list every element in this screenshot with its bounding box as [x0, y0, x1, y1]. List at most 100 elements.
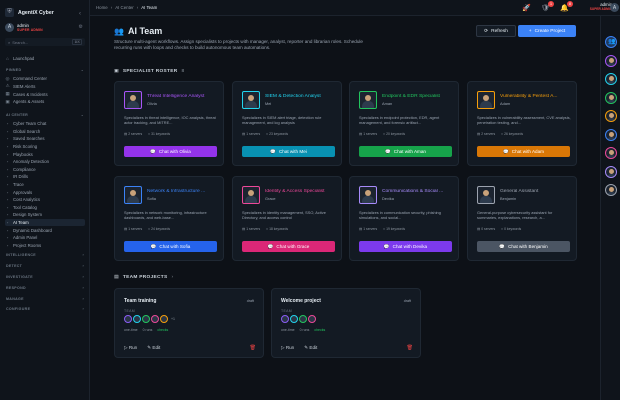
sidebar-item-tool-catalog[interactable]: ◦ Tool Catalog: [5, 204, 85, 211]
specialist-name: Devika: [382, 196, 394, 201]
chat-button[interactable]: 💬 Chat with Grace: [242, 241, 335, 252]
chat-button[interactable]: 💬 Chat with Olivia: [124, 146, 217, 157]
sidebar-item-design-system[interactable]: ◦ Design System: [5, 211, 85, 218]
topbar-user-role: SUPER ADMIN: [589, 7, 612, 11]
rail-agent-avatar[interactable]: [605, 147, 617, 159]
sidebar-section[interactable]: AI CENTER ⌄: [6, 113, 84, 117]
rail-agent-avatar[interactable]: [605, 165, 617, 178]
specialist-card[interactable]: Threat Intelligence Analyst Olivia Special…: [114, 81, 224, 166]
sidebar-section[interactable]: DETECT ›: [6, 264, 84, 268]
specialist-card[interactable]: SIEM & Detection Analyst Mei Specializes i…: [232, 81, 342, 166]
rail-agent-avatar[interactable]: [605, 73, 617, 85]
avatar: [124, 186, 142, 204]
servers-count: ▤ 1 servers: [242, 227, 260, 231]
specialist-meta: ▤ 0 servers ⌗ 0 keywords: [477, 227, 521, 231]
create-project-button[interactable]: + Create Project: [518, 25, 576, 37]
sidebar-item-cyber-team-chat[interactable]: ◦ Cyber Team Chat: [5, 120, 85, 127]
rail-agent-avatar[interactable]: [605, 91, 617, 104]
trash-icon[interactable]: 🗑: [250, 345, 256, 351]
servers-count: ▤ 1 servers: [124, 227, 142, 231]
sidebar-item-cost-analytics[interactable]: ◦ Cost Analytics: [5, 196, 85, 203]
sidebar-item-dynamic-dashboard[interactable]: ◦ Dynamic Dashboard: [5, 227, 85, 234]
search-input[interactable]: ⌕ Search... ⌘K: [5, 38, 85, 46]
run-button[interactable]: ▷ Run: [281, 345, 294, 351]
sidebar-item-siem-alerts[interactable]: ⚠ SIEM Alerts: [5, 83, 85, 90]
tag-icon: ⌗: [383, 227, 386, 231]
avatar: [359, 186, 377, 204]
sidebar-section[interactable]: INVESTIGATE ›: [6, 275, 84, 279]
avatar[interactable]: A: [610, 3, 619, 12]
sidebar-item-admin-panel[interactable]: ◦ Admin Panel: [5, 234, 85, 241]
sidebar-section[interactable]: RESPOND ›: [6, 286, 84, 290]
collapse-sidebar-icon[interactable]: ‹: [79, 11, 81, 17]
avatar: [281, 315, 289, 323]
sidebar-item-launchpad[interactable]: ⌂ Launchpad: [5, 55, 85, 62]
topbar-user[interactable]: admin SUPER ADMIN: [586, 2, 612, 11]
sidebar-item-risk-scoring[interactable]: ◦ Risk Scoring: [5, 143, 85, 150]
sidebar-item-global-search[interactable]: ◦ Global Search: [5, 128, 85, 135]
sidebar-section[interactable]: PINNED ⌄: [6, 68, 84, 72]
rocket-icon[interactable]: 🚀: [522, 3, 531, 12]
bell-icon[interactable]: 🔔 8: [560, 1, 573, 12]
rail-agent-avatar[interactable]: [605, 184, 617, 196]
specialist-meta: ▤ 1 servers ⌗ 19 keywords: [359, 227, 405, 231]
sidebar-item-ai-team[interactable]: ◦ AI Team: [5, 219, 85, 226]
sidebar-item-trace[interactable]: ◦ Trace: [5, 181, 85, 188]
keywords-count: ⌗ 19 keywords: [383, 227, 405, 231]
gear-icon[interactable]: ⚙: [79, 24, 83, 30]
project-card[interactable]: Team training draft TEAM +1 one-time 0 runs ch…: [114, 288, 264, 358]
sidebar-item-playbooks[interactable]: ◦ Playbooks: [5, 151, 85, 158]
keywords-label: 26 keywords: [504, 132, 524, 136]
sidebar-item-anomaly-detection[interactable]: ◦ Anomaly Detection: [5, 158, 85, 165]
chat-button[interactable]: 💬 Chat with Aman: [359, 146, 452, 157]
chat-button[interactable]: 💬 Chat with Devika: [359, 241, 452, 252]
servers-label: 2 servers: [128, 132, 143, 136]
breadcrumb-home[interactable]: Home: [96, 5, 108, 10]
chat-button[interactable]: 💬 Chat with Sofia: [124, 241, 217, 252]
sidebar-item-compliance[interactable]: ◦ Compliance: [5, 166, 85, 173]
specialist-meta: ▤ 2 servers ⌗ 31 keywords: [124, 132, 170, 136]
edit-button[interactable]: ✎ Edit: [304, 345, 317, 351]
sidebar-item-agents-assets[interactable]: ▣ Agents & Assets: [5, 98, 85, 105]
sidebar-item-ir-drills[interactable]: ◦ IR Drills: [5, 173, 85, 180]
chat-button[interactable]: 💬 Chat with Adam: [477, 146, 570, 157]
keywords-label: 19 keywords: [386, 227, 406, 231]
sidebar-item-approvals[interactable]: ◦ Approvals: [5, 189, 85, 196]
rail-agent-avatar[interactable]: 👥: [605, 36, 617, 48]
sidebar-section[interactable]: CONFIGURE ›: [6, 307, 84, 311]
sidebar-item-saved-searches[interactable]: ◦ Saved Searches: [5, 135, 85, 142]
sidebar-section[interactable]: INTELLIGENCE ›: [6, 253, 84, 257]
rail-agent-avatar[interactable]: [605, 110, 617, 122]
specialist-card[interactable]: General Assistant Benjamin General-purpose…: [467, 176, 577, 261]
chat-button[interactable]: 💬 Chat with Benjamin: [477, 241, 570, 252]
sidebar-item-label: Playbooks: [13, 151, 33, 157]
sidebar-section[interactable]: MANAGE ›: [6, 297, 84, 301]
specialist-card[interactable]: Network & Infrastructure ... Sofia Special…: [114, 176, 224, 261]
project-card[interactable]: Welcome project draft TEAM one-time 0 runs ch…: [271, 288, 421, 358]
chat-button[interactable]: 💬 Chat with Mei: [242, 146, 335, 157]
sidebar-item-cases-incidents[interactable]: ▦ Cases & Incidents: [5, 91, 85, 98]
specialist-card[interactable]: Communications & Social ... Devika Special…: [349, 176, 459, 261]
run-button[interactable]: ▷ Run: [124, 345, 137, 351]
alert-icon[interactable]: 🛡 1: [541, 1, 554, 12]
team-label: TEAM: [281, 309, 292, 313]
schedule-label: one-time: [124, 328, 138, 332]
sidebar-user[interactable]: A admin SUPER ADMIN ⚙: [5, 20, 85, 34]
team-label: TEAM: [124, 309, 135, 313]
trash-icon[interactable]: 🗑: [407, 345, 413, 351]
rail-agent-avatar[interactable]: [605, 54, 617, 67]
specialist-card[interactable]: Vulnerability & Pentest A... Adam Speciali…: [467, 81, 577, 166]
avatar: [242, 186, 260, 204]
brand[interactable]: ⛨ AgentiX Cyber: [5, 8, 54, 17]
project-title: Welcome project: [281, 298, 321, 304]
edit-button[interactable]: ✎ Edit: [147, 345, 160, 351]
sidebar-item-label: Design System: [13, 212, 42, 218]
sidebar-item-command-center[interactable]: ◎ Command Center: [5, 75, 85, 82]
breadcrumb-ai-center[interactable]: AI Center: [115, 5, 134, 10]
specialist-card[interactable]: Identity & Access Specialist Grace Special…: [232, 176, 342, 261]
sidebar-item-project-rooms[interactable]: ◦ Project Rooms: [5, 242, 85, 249]
chevron-right-icon[interactable]: ›: [172, 275, 174, 280]
rail-agent-avatar[interactable]: [605, 128, 617, 141]
specialist-card[interactable]: Endpoint & EDR Specialist Aman Specializes…: [349, 81, 459, 166]
refresh-button[interactable]: ⟳ Refresh: [476, 25, 516, 37]
